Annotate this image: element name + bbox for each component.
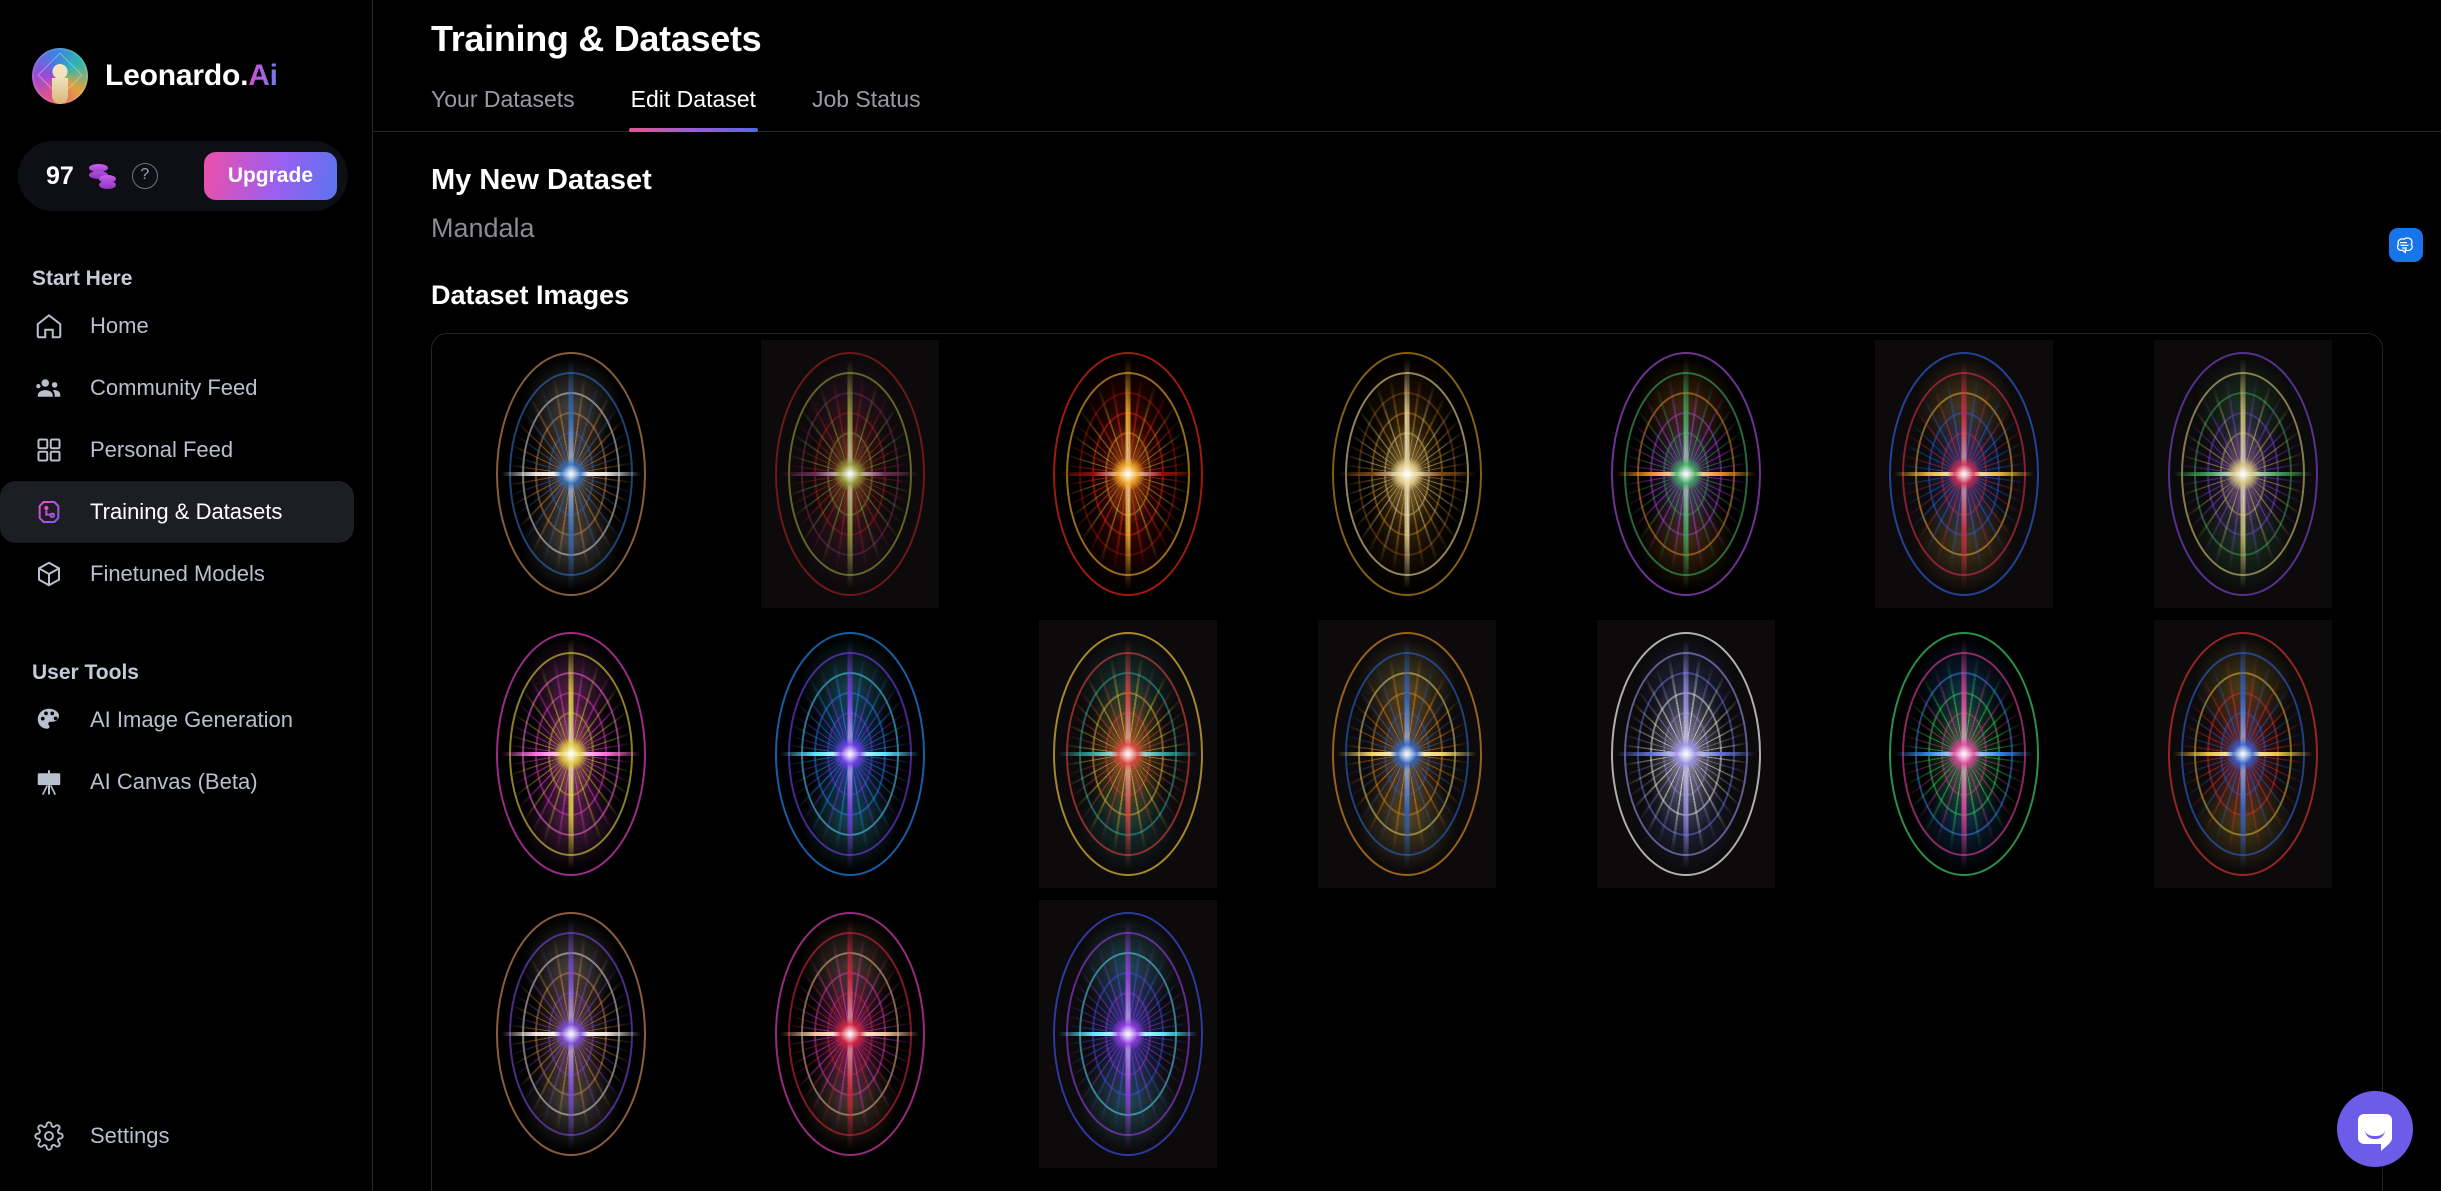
sidebar-item-ai-canvas-beta[interactable]: AI Canvas (Beta) — [0, 751, 372, 813]
leonardo-logo-icon — [32, 48, 88, 104]
dataset-image-thumbnail[interactable] — [710, 334, 990, 614]
sidebar-item-label: Finetuned Models — [90, 561, 265, 586]
mandala-artwork — [761, 620, 939, 888]
dataset-image-thumbnail[interactable] — [1267, 614, 1547, 894]
chip-icon — [32, 495, 66, 529]
mandala-artwork — [482, 900, 660, 1168]
nav-section-title-user-tools: User Tools — [32, 661, 139, 684]
sidebar-item-finetuned-models[interactable]: Finetuned Models — [0, 543, 372, 605]
coin-stack-icon — [88, 162, 118, 190]
dataset-image-thumbnail[interactable] — [710, 894, 990, 1174]
chat-smile-shape — [2365, 1130, 2385, 1139]
dataset-image-thumbnail[interactable] — [1267, 334, 1547, 614]
dataset-image-thumbnail[interactable] — [989, 894, 1268, 1174]
mandala-artwork — [1039, 620, 1218, 888]
tab-your-datasets[interactable]: Your Datasets — [431, 76, 603, 131]
dataset-image-thumbnail[interactable] — [432, 894, 711, 1174]
brain-icon[interactable] — [2389, 228, 2423, 262]
home-icon — [32, 309, 66, 343]
brand-name: Leonardo.Ai — [105, 59, 278, 93]
mandala-artwork — [1039, 340, 1217, 608]
brand-name-main: Leonardo — [105, 59, 241, 92]
brand[interactable]: Leonardo.Ai — [0, 0, 372, 104]
mandala-artwork — [761, 900, 939, 1168]
tab-job-status[interactable]: Job Status — [784, 76, 949, 131]
sidebar-item-label: AI Canvas (Beta) — [90, 769, 258, 794]
mandala-artwork — [1596, 620, 1775, 888]
gear-icon — [32, 1119, 66, 1153]
mandala-artwork — [482, 340, 660, 608]
tab-edit-dataset[interactable]: Edit Dataset — [603, 76, 784, 132]
credit-count: 97 — [46, 161, 74, 190]
tab-bar: Your Datasets Edit Dataset Job Status — [373, 76, 2441, 132]
sidebar-item-label: Community Feed — [90, 375, 258, 400]
mandala-artwork — [760, 340, 939, 608]
dataset-image-thumbnail[interactable] — [989, 614, 1268, 894]
dataset-description: Mandala — [431, 213, 535, 243]
mandala-artwork — [1039, 900, 1218, 1168]
dataset-image-thumbnail[interactable] — [432, 614, 711, 894]
chat-bubble-icon[interactable] — [2337, 1091, 2413, 1167]
upgrade-button[interactable]: Upgrade — [203, 152, 337, 200]
sidebar-item-settings[interactable]: Settings — [0, 1105, 170, 1167]
help-circle-icon[interactable]: ? — [131, 163, 158, 189]
nav-section-title-start-here: Start Here — [32, 267, 133, 290]
dataset-image-thumbnail[interactable] — [432, 334, 711, 614]
chat-bubble-shape — [2358, 1114, 2392, 1151]
main-content: Training & Datasets Your Datasets Edit D… — [373, 0, 2441, 1191]
mandala-artwork — [1875, 340, 2054, 608]
credits-bar: 97 ? Upgrade — [18, 141, 348, 211]
sidebar-item-label: Home — [90, 313, 149, 338]
dataset-images-panel — [431, 333, 2383, 1191]
brand-name-accent: Ai — [248, 59, 278, 92]
app-root: Leonardo.Ai 97 ? Upgrade Start Here Home… — [0, 0, 2441, 1191]
grid-icon — [32, 433, 66, 467]
easel-icon — [32, 765, 66, 799]
dataset-image-thumbnail[interactable] — [1824, 334, 2104, 614]
sidebar-item-label: Training & Datasets — [90, 499, 283, 524]
sidebar: Leonardo.Ai 97 ? Upgrade Start Here Home… — [0, 0, 373, 1191]
sidebar-item-training-and-datasets[interactable]: Training & Datasets — [0, 481, 354, 543]
dataset-image-thumbnail[interactable] — [1546, 334, 1825, 614]
cube-icon — [32, 557, 66, 591]
dataset-image-thumbnail[interactable] — [989, 334, 1268, 614]
mandala-artwork — [2153, 620, 2332, 888]
dataset-image-thumbnail[interactable] — [2103, 334, 2382, 614]
sidebar-item-label: Personal Feed — [90, 437, 234, 462]
palette-icon — [32, 703, 66, 737]
mandala-artwork — [482, 620, 660, 888]
mandala-artwork — [1317, 620, 1496, 888]
sidebar-item-ai-image-generation[interactable]: AI Image Generation — [0, 689, 372, 751]
mandala-artwork — [1875, 620, 2053, 888]
mandala-artwork — [2153, 340, 2332, 608]
sidebar-item-label: Settings — [90, 1123, 170, 1148]
dataset-images-title: Dataset Images — [431, 280, 630, 310]
sidebar-item-home[interactable]: Home — [0, 295, 372, 357]
sidebar-item-label: AI Image Generation — [90, 707, 294, 732]
dataset-name: My New Dataset — [431, 164, 652, 196]
mandala-artwork — [1597, 340, 1775, 608]
people-icon — [32, 371, 66, 405]
dataset-image-thumbnail[interactable] — [1824, 614, 2104, 894]
dataset-image-grid — [432, 334, 2382, 1174]
brand-name-dot: . — [240, 59, 249, 92]
dataset-image-thumbnail[interactable] — [1546, 614, 1825, 894]
dataset-image-thumbnail[interactable] — [710, 614, 990, 894]
mandala-artwork — [1318, 340, 1496, 608]
sidebar-item-community-feed[interactable]: Community Feed — [0, 357, 372, 419]
dataset-image-thumbnail[interactable] — [2103, 614, 2382, 894]
page-title: Training & Datasets — [431, 18, 762, 59]
sidebar-item-personal-feed[interactable]: Personal Feed — [0, 419, 372, 481]
